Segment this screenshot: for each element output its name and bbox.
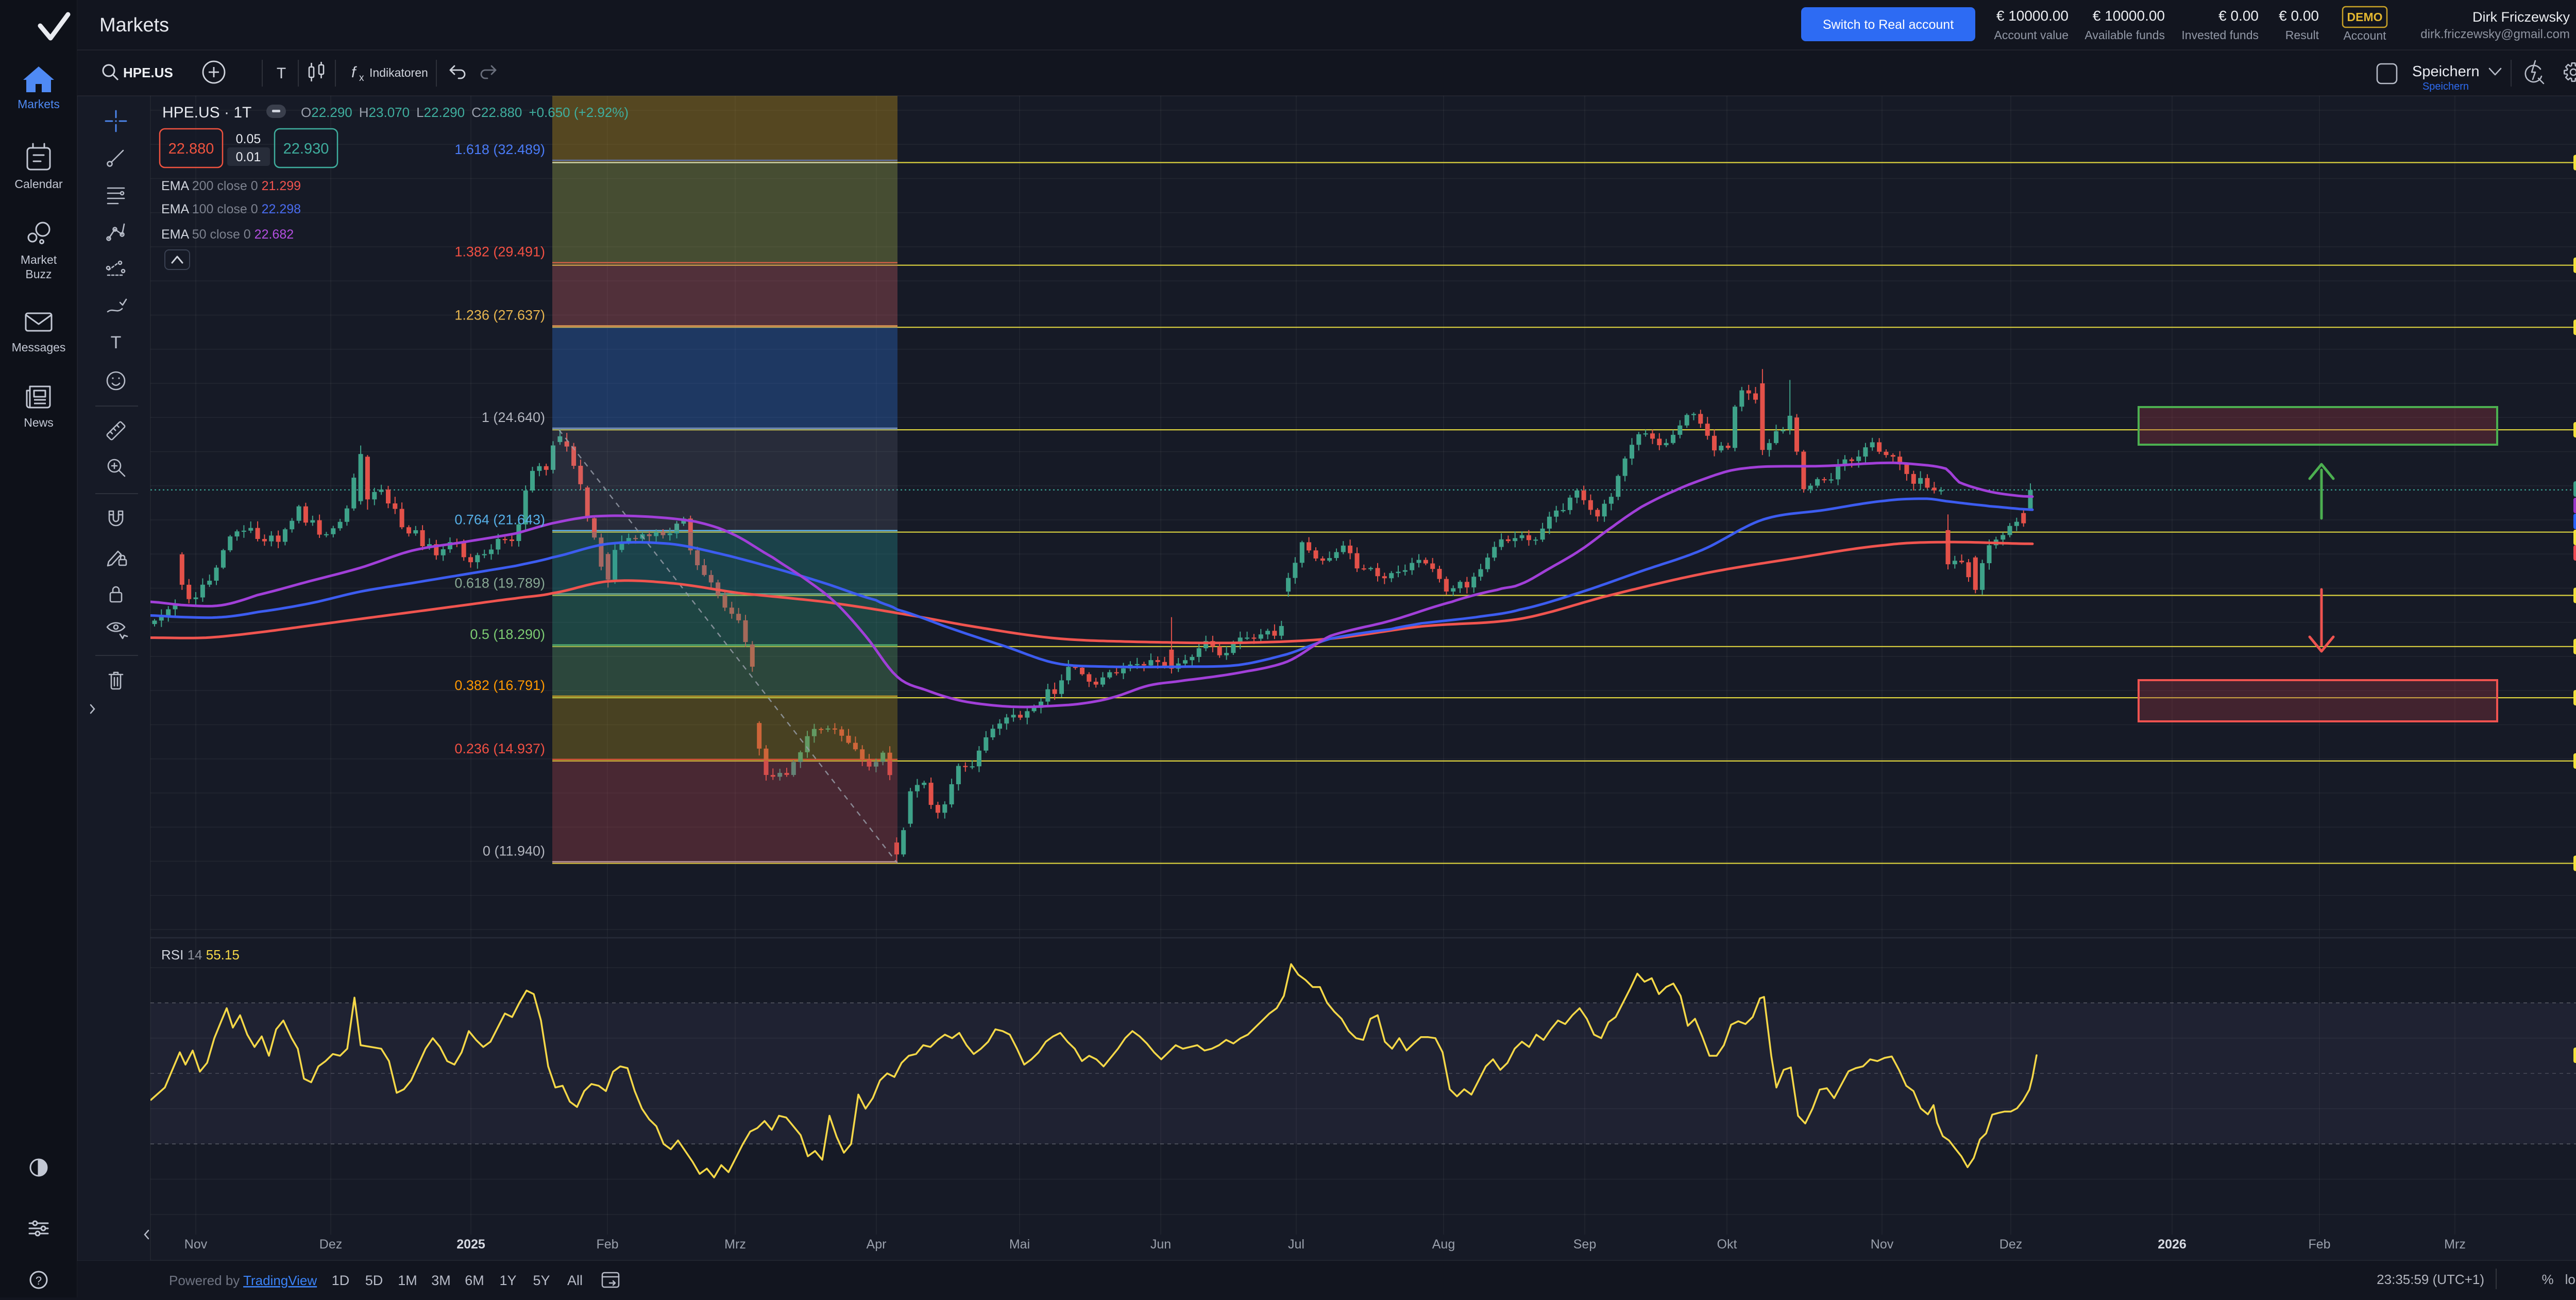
svg-text:Markets: Markets	[99, 14, 169, 36]
svg-text:?: ?	[36, 1274, 42, 1287]
svg-text:0.05: 0.05	[236, 132, 261, 146]
svg-text:Nov: Nov	[184, 1237, 208, 1252]
svg-text:Markets: Markets	[18, 97, 60, 111]
svg-text:Mai: Mai	[1009, 1237, 1030, 1252]
svg-text:News: News	[24, 416, 54, 429]
svg-text:Okt: Okt	[1717, 1237, 1737, 1252]
svg-text:0.236 (14.937): 0.236 (14.937)	[454, 741, 545, 756]
svg-text:Jul: Jul	[1288, 1237, 1304, 1252]
svg-text:Available funds: Available funds	[2084, 28, 2165, 42]
svg-text:EMA 50 close 0 22.682: EMA 50 close 0 22.682	[161, 227, 294, 242]
svg-text:2026: 2026	[2158, 1237, 2187, 1252]
svg-text:3M: 3M	[431, 1273, 451, 1288]
svg-text:Nov: Nov	[1871, 1237, 1894, 1252]
svg-text:Dez: Dez	[319, 1237, 342, 1252]
svg-text:1M: 1M	[398, 1273, 417, 1288]
svg-text:1Y: 1Y	[499, 1273, 516, 1288]
svg-text:0.01: 0.01	[236, 150, 261, 164]
svg-text:0.382 (16.791): 0.382 (16.791)	[454, 678, 545, 693]
svg-text:log: log	[2565, 1272, 2576, 1287]
svg-text:22.880: 22.880	[168, 141, 214, 157]
svg-text:1 (24.640): 1 (24.640)	[482, 410, 545, 425]
svg-text:Speichern: Speichern	[2422, 81, 2469, 92]
svg-text:Result: Result	[2285, 28, 2319, 42]
svg-text:T: T	[277, 65, 286, 82]
svg-text:2025: 2025	[456, 1237, 485, 1252]
svg-text:All: All	[567, 1273, 583, 1288]
svg-text:1.618 (32.489): 1.618 (32.489)	[454, 142, 545, 157]
svg-text:0.618 (19.789): 0.618 (19.789)	[454, 576, 545, 591]
svg-text:5D: 5D	[365, 1273, 383, 1288]
svg-text:RSI 14 55.15: RSI 14 55.15	[161, 947, 240, 963]
svg-text:Calendar: Calendar	[14, 177, 63, 191]
svg-text:Dez: Dez	[1999, 1237, 2022, 1252]
svg-text:Mrz: Mrz	[724, 1237, 746, 1252]
svg-text:1.382 (29.491): 1.382 (29.491)	[454, 244, 545, 260]
svg-text:0 (11.940): 0 (11.940)	[483, 843, 545, 859]
svg-text:T: T	[111, 333, 122, 352]
svg-text:DEMO: DEMO	[2347, 10, 2383, 24]
svg-text:EMA 200 close 0 21.299: EMA 200 close 0 21.299	[161, 179, 301, 193]
svg-text:Feb: Feb	[596, 1237, 618, 1252]
svg-text:Powered by TradingView: Powered by TradingView	[169, 1273, 317, 1288]
svg-text:Jun: Jun	[1150, 1237, 1171, 1252]
svg-text:EMA 100 close 0 22.298: EMA 100 close 0 22.298	[161, 202, 301, 216]
svg-text:O22.290 H23.070 L22.290 C22.88: O22.290 H23.070 L22.290 C22.880 +0.650 (…	[301, 105, 629, 120]
svg-text:%: %	[2541, 1272, 2553, 1287]
svg-text:Indikatoren: Indikatoren	[369, 66, 428, 79]
svg-text:dirk.friczewsky@gmail.com: dirk.friczewsky@gmail.com	[2420, 27, 2570, 41]
svg-text:Switch to Real account: Switch to Real account	[1823, 18, 1954, 32]
svg-text:HPE.US: HPE.US	[123, 65, 173, 80]
svg-text:Market: Market	[21, 253, 57, 266]
svg-text:22.930: 22.930	[283, 141, 329, 157]
svg-text:23:35:59 (UTC+1): 23:35:59 (UTC+1)	[2377, 1272, 2484, 1287]
svg-text:0.764 (21.643): 0.764 (21.643)	[454, 512, 545, 528]
svg-text:Speichern: Speichern	[2412, 63, 2480, 80]
svg-text:Sep: Sep	[1573, 1237, 1596, 1252]
svg-text:1.236 (27.637): 1.236 (27.637)	[454, 308, 545, 323]
svg-text:Dirk Friczewsky: Dirk Friczewsky	[2472, 9, 2570, 25]
svg-text:HPE.US · 1T: HPE.US · 1T	[162, 104, 251, 121]
svg-text:Mrz: Mrz	[2444, 1237, 2466, 1252]
svg-text:€ 10000.00: € 10000.00	[2093, 8, 2165, 24]
svg-text:Feb: Feb	[2308, 1237, 2330, 1252]
svg-text:Aug: Aug	[1432, 1237, 1455, 1252]
svg-text:5Y: 5Y	[533, 1273, 550, 1288]
svg-text:Account: Account	[2343, 29, 2386, 42]
svg-text:Apr: Apr	[867, 1237, 887, 1252]
svg-text:x: x	[359, 73, 364, 83]
svg-text:€ 10000.00: € 10000.00	[1996, 8, 2069, 24]
svg-text:€ 0.00: € 0.00	[2279, 8, 2319, 24]
svg-text:Account value: Account value	[1994, 28, 2069, 42]
svg-text:€ 0.00: € 0.00	[2218, 8, 2259, 24]
svg-text:6M: 6M	[465, 1273, 484, 1288]
svg-text:Buzz: Buzz	[25, 267, 52, 281]
svg-text:1D: 1D	[332, 1273, 350, 1288]
svg-text:0.5 (18.290): 0.5 (18.290)	[470, 627, 545, 642]
svg-text:Messages: Messages	[12, 341, 66, 354]
svg-text:Invested funds: Invested funds	[2181, 28, 2259, 42]
